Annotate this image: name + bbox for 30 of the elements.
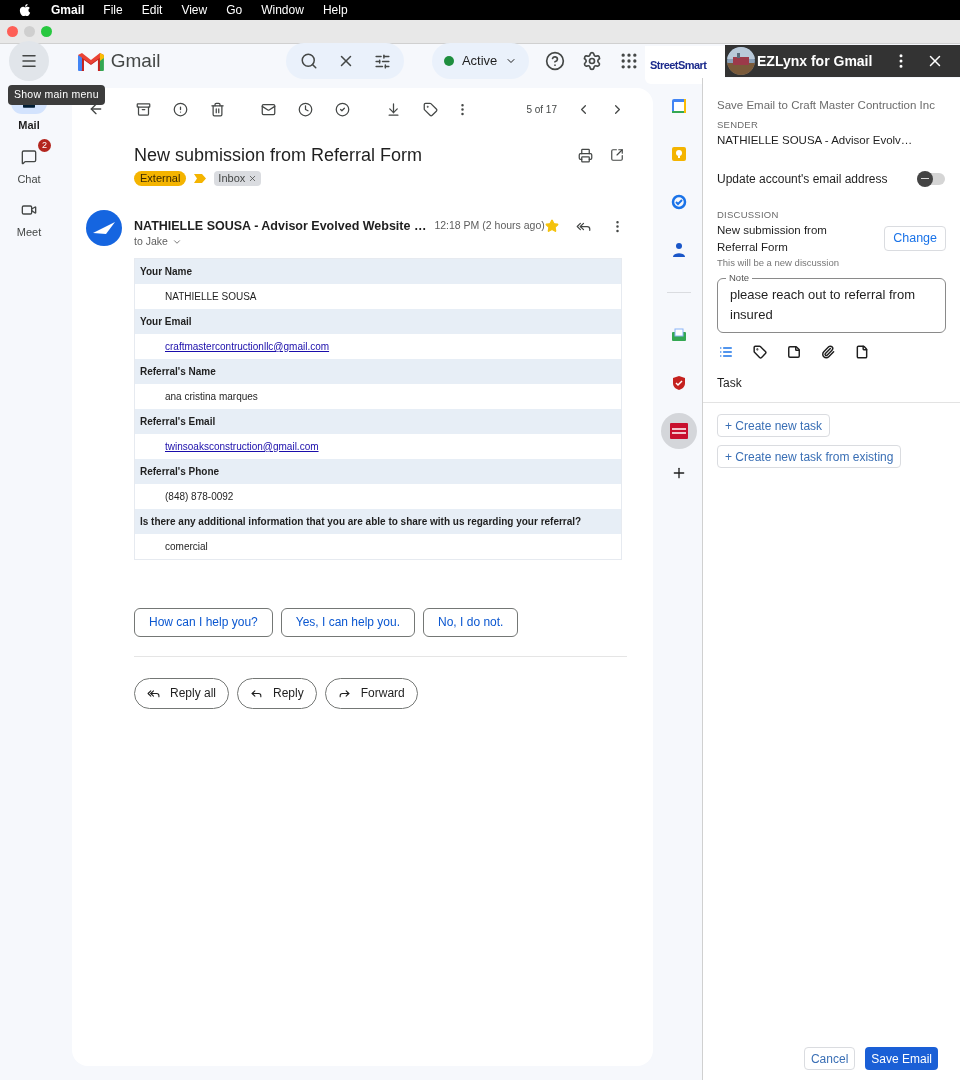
- sender-value: NATHIELLE SOUSA - Advisor Evolv…: [717, 133, 914, 149]
- form-field-label: Is there any additional information that you are able to share with us regarding your referral?: [135, 508, 621, 534]
- form-field-label: Your Name: [135, 258, 621, 284]
- form-field-label: Referral's Email: [135, 408, 621, 434]
- update-email-label: Update account's email address: [717, 170, 888, 188]
- discussion-title: New submission from Referral Form: [717, 222, 828, 255]
- form-field-value: NATHIELLE SOUSA: [165, 289, 257, 304]
- form-field-label: Referral's Name: [135, 358, 621, 384]
- save-destination-text: Save Email to Craft Master Contruction Inc: [717, 98, 936, 113]
- sender-heading: SENDER: [717, 118, 760, 132]
- pagination-text: 5 of 17: [526, 102, 557, 117]
- sender-name: NATHIELLE SOUSA - Advisor Evolved Website …: [134, 217, 427, 235]
- note-text: please reach out to referral from insured: [730, 287, 915, 322]
- form-field-label: Referral's Phone: [135, 458, 621, 484]
- external-label: External: [134, 171, 187, 186]
- discussion-heading: DISCUSSION: [717, 207, 780, 222]
- section-title: Task: [717, 375, 743, 392]
- form-field-value: ana cristina marques: [165, 389, 258, 404]
- email-time: 12:18 PM (2 hours ago): [434, 218, 545, 234]
- tooltip: Show main menu: [8, 85, 105, 105]
- email-subject: New submission from Referral Form: [134, 143, 423, 167]
- unread-count-badge: 2: [38, 138, 51, 152]
- inbox-label: Inbox: [214, 171, 262, 186]
- form-field-value: (848) 878-0092: [165, 489, 234, 504]
- form-field-value: comercial: [165, 539, 208, 554]
- gmail-logo-text: Gmail: [110, 48, 161, 73]
- discussion-hint: This will be a new discussion: [717, 255, 840, 270]
- panel-title: EZLynx for Gmail: [757, 51, 873, 71]
- form-field-label: Your Email: [135, 308, 621, 334]
- note-label: Note: [726, 272, 753, 284]
